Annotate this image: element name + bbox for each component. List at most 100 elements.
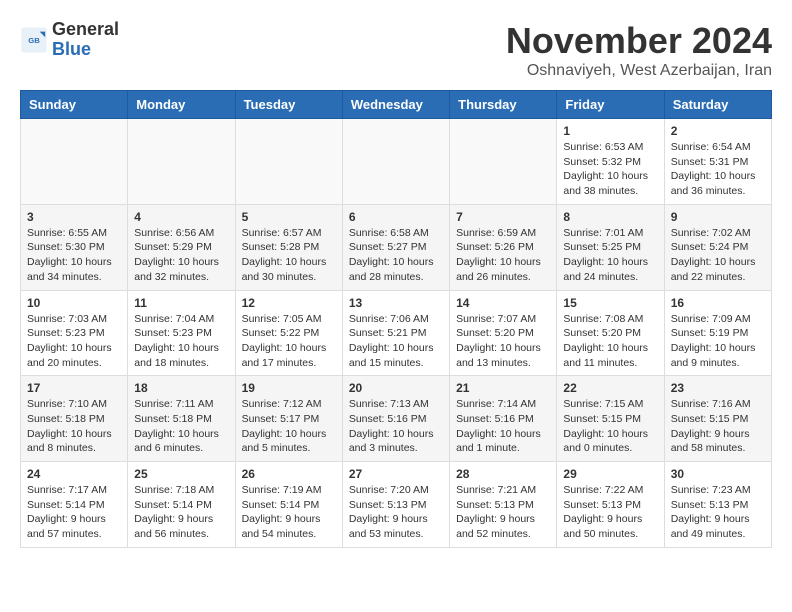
day-info: Sunrise: 7:09 AM Sunset: 5:19 PM Dayligh… — [671, 312, 765, 371]
calendar-week-1: 1Sunrise: 6:53 AM Sunset: 5:32 PM Daylig… — [21, 119, 772, 205]
header-monday: Monday — [128, 91, 235, 119]
day-number: 15 — [563, 296, 657, 310]
calendar-cell: 2 Sunrise: 6:54 AM Sunset: 5:31 PM Daylig… — [664, 119, 771, 205]
day-number: 30 — [671, 467, 765, 481]
calendar-week-3: 10 Sunrise: 7:03 AM Sunset: 5:23 PM Dayli… — [21, 290, 772, 376]
day-number: 11 — [134, 296, 228, 310]
calendar-cell: 3 Sunrise: 6:55 AM Sunset: 5:30 PM Daylig… — [21, 204, 128, 290]
location: Oshnaviyeh, West Azerbaijan, Iran — [506, 62, 772, 80]
day-number: 7 — [456, 210, 550, 224]
day-info: Sunrise: 7:13 AM Sunset: 5:16 PM Dayligh… — [349, 397, 443, 456]
day-info: Sunrise: 6:59 AM Sunset: 5:26 PM Dayligh… — [456, 226, 550, 285]
day-number: 28 — [456, 467, 550, 481]
logo-blue: Blue — [52, 40, 119, 60]
logo-general: General — [52, 20, 119, 40]
calendar-cell: 7 Sunrise: 6:59 AM Sunset: 5:26 PM Daylig… — [450, 204, 557, 290]
day-number: 22 — [563, 381, 657, 395]
day-number: 17 — [27, 381, 121, 395]
day-info: Sunrise: 7:06 AM Sunset: 5:21 PM Dayligh… — [349, 312, 443, 371]
day-info: Sunrise: 6:54 AM Sunset: 5:31 PM Dayligh… — [671, 140, 765, 199]
day-number: 8 — [563, 210, 657, 224]
calendar-cell: 18 Sunrise: 7:11 AM Sunset: 5:18 PM Dayli… — [128, 376, 235, 462]
calendar-cell: 12Sunrise: 7:05 AM Sunset: 5:22 PM Dayli… — [235, 290, 342, 376]
calendar-cell: 5 Sunrise: 6:57 AM Sunset: 5:28 PM Daylig… — [235, 204, 342, 290]
day-number: 5 — [242, 210, 336, 224]
day-number: 16 — [671, 296, 765, 310]
day-number: 18 — [134, 381, 228, 395]
day-info: Sunrise: 7:04 AM Sunset: 5:23 PM Dayligh… — [134, 312, 228, 371]
day-number: 10 — [27, 296, 121, 310]
day-info: Sunrise: 7:19 AM Sunset: 5:14 PM Dayligh… — [242, 483, 336, 542]
day-number: 6 — [349, 210, 443, 224]
calendar-cell: 4 Sunrise: 6:56 AM Sunset: 5:29 PM Daylig… — [128, 204, 235, 290]
day-info: Sunrise: 7:07 AM Sunset: 5:20 PM Dayligh… — [456, 312, 550, 371]
calendar-cell: 17 Sunrise: 7:10 AM Sunset: 5:18 PM Dayli… — [21, 376, 128, 462]
calendar-week-4: 17 Sunrise: 7:10 AM Sunset: 5:18 PM Dayli… — [21, 376, 772, 462]
day-number: 25 — [134, 467, 228, 481]
day-info: Sunrise: 7:23 AM Sunset: 5:13 PM Dayligh… — [671, 483, 765, 542]
header-sunday: Sunday — [21, 91, 128, 119]
day-number: 4 — [134, 210, 228, 224]
day-info: Sunrise: 7:15 AM Sunset: 5:15 PM Dayligh… — [563, 397, 657, 456]
day-info: Sunrise: 7:14 AM Sunset: 5:16 PM Dayligh… — [456, 397, 550, 456]
day-info: Sunrise: 7:03 AM Sunset: 5:23 PM Dayligh… — [27, 312, 121, 371]
day-number: 23 — [671, 381, 765, 395]
day-info: Sunrise: 7:10 AM Sunset: 5:18 PM Dayligh… — [27, 397, 121, 456]
calendar-cell: 14Sunrise: 7:07 AM Sunset: 5:20 PM Dayli… — [450, 290, 557, 376]
day-number: 27 — [349, 467, 443, 481]
day-info: Sunrise: 7:11 AM Sunset: 5:18 PM Dayligh… — [134, 397, 228, 456]
day-number: 2 — [671, 124, 765, 138]
day-info: Sunrise: 7:08 AM Sunset: 5:20 PM Dayligh… — [563, 312, 657, 371]
day-info: Sunrise: 6:55 AM Sunset: 5:30 PM Dayligh… — [27, 226, 121, 285]
day-info: Sunrise: 6:53 AM Sunset: 5:32 PM Dayligh… — [563, 140, 657, 199]
day-info: Sunrise: 7:16 AM Sunset: 5:15 PM Dayligh… — [671, 397, 765, 456]
calendar-cell: 28 Sunrise: 7:21 AM Sunset: 5:13 PM Dayli… — [450, 462, 557, 548]
page-header: GB General Blue November 2024 Oshnaviyeh… — [20, 20, 772, 80]
day-info: Sunrise: 7:18 AM Sunset: 5:14 PM Dayligh… — [134, 483, 228, 542]
calendar-cell: 9 Sunrise: 7:02 AM Sunset: 5:24 PM Daylig… — [664, 204, 771, 290]
day-number: 26 — [242, 467, 336, 481]
calendar-cell — [21, 119, 128, 205]
day-number: 29 — [563, 467, 657, 481]
calendar-cell — [342, 119, 449, 205]
day-number: 20 — [349, 381, 443, 395]
calendar-cell — [450, 119, 557, 205]
calendar-cell — [235, 119, 342, 205]
month-title: November 2024 — [506, 20, 772, 62]
calendar-cell: 25 Sunrise: 7:18 AM Sunset: 5:14 PM Dayli… — [128, 462, 235, 548]
day-number: 9 — [671, 210, 765, 224]
svg-text:GB: GB — [28, 36, 40, 45]
logo-icon: GB — [20, 26, 48, 54]
calendar-cell: 24Sunrise: 7:17 AM Sunset: 5:14 PM Dayli… — [21, 462, 128, 548]
day-info: Sunrise: 7:01 AM Sunset: 5:25 PM Dayligh… — [563, 226, 657, 285]
calendar-header-row: SundayMondayTuesdayWednesdayThursdayFrid… — [21, 91, 772, 119]
calendar-cell: 15 Sunrise: 7:08 AM Sunset: 5:20 PM Dayli… — [557, 290, 664, 376]
calendar-table: SundayMondayTuesdayWednesdayThursdayFrid… — [20, 90, 772, 548]
calendar-cell: 22 Sunrise: 7:15 AM Sunset: 5:15 PM Dayli… — [557, 376, 664, 462]
day-info: Sunrise: 7:22 AM Sunset: 5:13 PM Dayligh… — [563, 483, 657, 542]
day-info: Sunrise: 7:17 AM Sunset: 5:14 PM Dayligh… — [27, 483, 121, 542]
day-info: Sunrise: 7:21 AM Sunset: 5:13 PM Dayligh… — [456, 483, 550, 542]
calendar-cell: 8 Sunrise: 7:01 AM Sunset: 5:25 PM Daylig… — [557, 204, 664, 290]
header-saturday: Saturday — [664, 91, 771, 119]
day-number: 21 — [456, 381, 550, 395]
calendar-cell: 21 Sunrise: 7:14 AM Sunset: 5:16 PM Dayli… — [450, 376, 557, 462]
day-info: Sunrise: 7:05 AM Sunset: 5:22 PM Dayligh… — [242, 312, 336, 371]
calendar-cell: 23 Sunrise: 7:16 AM Sunset: 5:15 PM Dayli… — [664, 376, 771, 462]
day-info: Sunrise: 7:12 AM Sunset: 5:17 PM Dayligh… — [242, 397, 336, 456]
header-wednesday: Wednesday — [342, 91, 449, 119]
calendar-cell: 1Sunrise: 6:53 AM Sunset: 5:32 PM Daylig… — [557, 119, 664, 205]
day-info: Sunrise: 6:56 AM Sunset: 5:29 PM Dayligh… — [134, 226, 228, 285]
day-number: 3 — [27, 210, 121, 224]
header-friday: Friday — [557, 91, 664, 119]
calendar-cell: 27Sunrise: 7:20 AM Sunset: 5:13 PM Dayli… — [342, 462, 449, 548]
day-info: Sunrise: 7:02 AM Sunset: 5:24 PM Dayligh… — [671, 226, 765, 285]
calendar-cell: 20 Sunrise: 7:13 AM Sunset: 5:16 PM Dayli… — [342, 376, 449, 462]
header-tuesday: Tuesday — [235, 91, 342, 119]
calendar-cell: 10 Sunrise: 7:03 AM Sunset: 5:23 PM Dayli… — [21, 290, 128, 376]
calendar-cell: 19Sunrise: 7:12 AM Sunset: 5:17 PM Dayli… — [235, 376, 342, 462]
logo-text: General Blue — [52, 20, 119, 60]
calendar-cell: 30 Sunrise: 7:23 AM Sunset: 5:13 PM Dayli… — [664, 462, 771, 548]
calendar-cell — [128, 119, 235, 205]
day-info: Sunrise: 6:57 AM Sunset: 5:28 PM Dayligh… — [242, 226, 336, 285]
